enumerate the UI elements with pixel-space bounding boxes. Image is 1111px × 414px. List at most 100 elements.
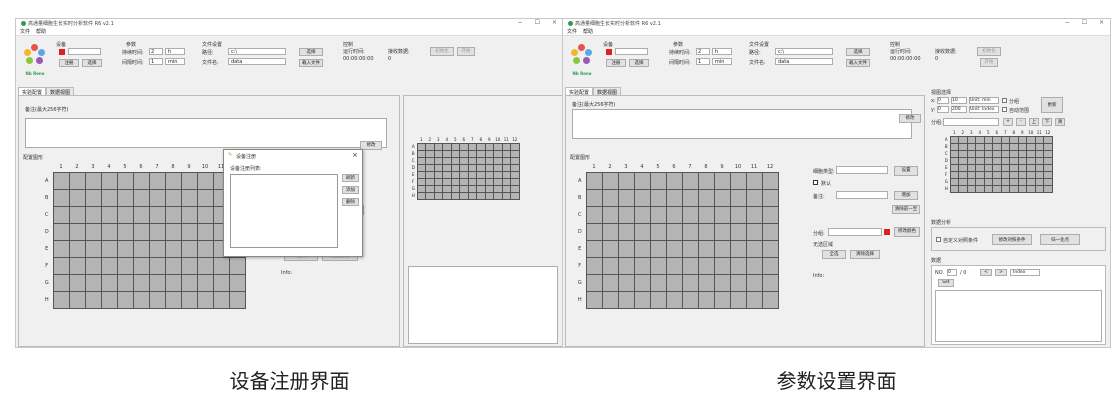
well-cell[interactable] [1000, 170, 1010, 179]
path-input[interactable]: c:\ [228, 48, 286, 55]
remove-series-button[interactable]: - [1016, 118, 1026, 126]
maximize-icon[interactable]: ☐ [535, 19, 540, 26]
well-cell[interactable] [1043, 170, 1053, 179]
well-cell[interactable] [1043, 135, 1053, 144]
well-cell[interactable] [164, 273, 182, 292]
duration-unit-select[interactable]: h [165, 48, 185, 55]
well-cell[interactable] [116, 273, 134, 292]
well-cell[interactable] [1034, 184, 1044, 193]
well-cell[interactable] [992, 184, 1002, 193]
well-cell[interactable] [958, 163, 968, 172]
well-cell[interactable] [1034, 163, 1044, 172]
well-cell[interactable] [501, 142, 511, 151]
load-file-button[interactable]: 载入文件 [846, 59, 870, 67]
well-cell[interactable] [697, 290, 715, 309]
well-cell[interactable] [649, 273, 667, 292]
well-cell[interactable] [713, 188, 731, 207]
well-cell[interactable] [1026, 142, 1036, 151]
well-cell[interactable] [476, 184, 486, 193]
well-cell[interactable] [983, 142, 993, 151]
well-cell[interactable] [476, 170, 486, 179]
well-cell[interactable] [585, 188, 603, 207]
well-cell[interactable] [164, 222, 182, 241]
well-cell[interactable] [459, 177, 469, 186]
well-cell[interactable] [1026, 177, 1036, 186]
well-cell[interactable] [450, 163, 460, 172]
well-cell[interactable] [433, 177, 443, 186]
well-cell[interactable] [467, 163, 477, 172]
well-cell[interactable] [228, 273, 246, 292]
filename-input[interactable]: data [775, 58, 833, 65]
well-cell[interactable] [116, 290, 134, 309]
well-cell[interactable] [100, 256, 118, 275]
well-cell[interactable] [84, 222, 102, 241]
interval-unit-select[interactable]: min [712, 58, 732, 65]
well-cell[interactable] [617, 256, 635, 275]
well-cell[interactable] [665, 256, 683, 275]
well-cell[interactable] [975, 149, 985, 158]
well-cell[interactable] [501, 170, 511, 179]
well-cell[interactable] [476, 163, 486, 172]
well-cell[interactable] [433, 149, 443, 158]
well-cell[interactable] [975, 170, 985, 179]
well-cell[interactable] [450, 184, 460, 193]
well-cell[interactable] [212, 256, 230, 275]
well-cell[interactable] [467, 149, 477, 158]
menu-file[interactable]: 文件 [20, 28, 30, 35]
well-cell[interactable] [617, 239, 635, 258]
close-icon[interactable]: × [1099, 19, 1104, 26]
well-cell[interactable] [132, 171, 150, 190]
well-cell[interactable] [1009, 184, 1019, 193]
well-cell[interactable] [681, 222, 699, 241]
note-input[interactable] [836, 191, 888, 199]
well-cell[interactable] [617, 290, 635, 309]
well-cell[interactable] [116, 256, 134, 275]
well-cell[interactable] [68, 273, 86, 292]
well-cell[interactable] [1043, 184, 1053, 193]
well-cell[interactable] [1026, 170, 1036, 179]
well-cell[interactable] [450, 177, 460, 186]
well-cell[interactable] [975, 156, 985, 165]
well-cell[interactable] [196, 290, 214, 309]
well-cell[interactable] [633, 205, 651, 224]
well-cell[interactable] [983, 156, 993, 165]
well-cell[interactable] [681, 290, 699, 309]
well-cell[interactable] [433, 184, 443, 193]
well-cell[interactable] [510, 163, 520, 172]
menu-help[interactable]: 帮助 [583, 28, 593, 35]
well-cell[interactable] [116, 222, 134, 241]
well-cell[interactable] [148, 205, 166, 224]
choose-path-button[interactable]: 选择 [299, 48, 323, 56]
initialize-button[interactable]: 初始化 [977, 47, 1001, 56]
well-cell[interactable] [84, 256, 102, 275]
well-cell[interactable] [442, 163, 452, 172]
well-cell[interactable] [501, 156, 511, 165]
well-cell[interactable] [761, 239, 779, 258]
well-cell[interactable] [1009, 142, 1019, 151]
well-cell[interactable] [992, 142, 1002, 151]
well-cell[interactable] [949, 163, 959, 172]
well-cell[interactable] [713, 171, 731, 190]
well-cell[interactable] [983, 163, 993, 172]
well-cell[interactable] [450, 149, 460, 158]
well-cell[interactable] [633, 273, 651, 292]
well-cell[interactable] [1017, 135, 1027, 144]
well-cell[interactable] [484, 191, 494, 200]
well-cell[interactable] [681, 205, 699, 224]
well-cell[interactable] [601, 256, 619, 275]
choose-path-button[interactable]: 选择 [846, 48, 870, 56]
well-cell[interactable] [713, 256, 731, 275]
well-cell[interactable] [148, 239, 166, 258]
well-cell[interactable] [966, 163, 976, 172]
well-cell[interactable] [467, 177, 477, 186]
well-cell[interactable] [416, 184, 426, 193]
well-cell[interactable] [1034, 135, 1044, 144]
well-cell[interactable] [1026, 135, 1036, 144]
well-cell[interactable] [476, 191, 486, 200]
set-button[interactable]: Set [938, 279, 954, 287]
well-cell[interactable] [100, 205, 118, 224]
well-cell[interactable] [442, 184, 452, 193]
maximize-icon[interactable]: ☐ [1082, 19, 1087, 26]
well-cell[interactable] [228, 256, 246, 275]
next-button[interactable]: > [995, 269, 1007, 276]
